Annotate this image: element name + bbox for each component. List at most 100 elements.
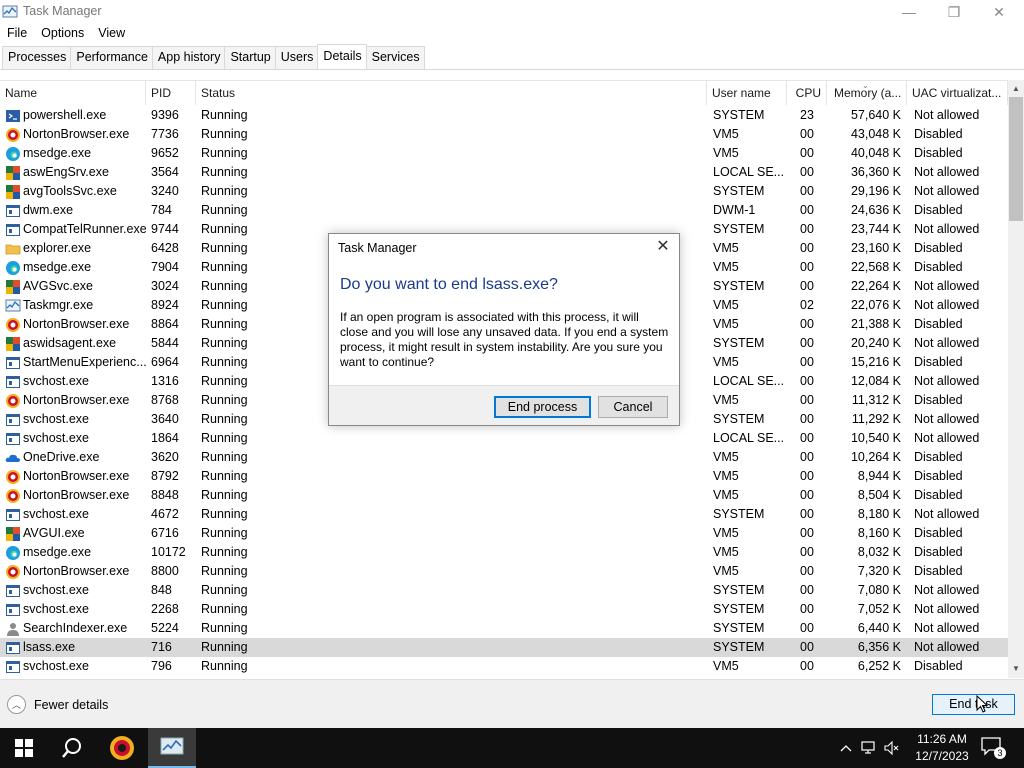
- column-header-memory[interactable]: ⌄ Memory (a...: [827, 81, 907, 105]
- taskbar-clock[interactable]: 11:26 AM 12/7/2023: [912, 731, 972, 765]
- table-row[interactable]: powershell.exe 9396 Running SYSTEM 23 57,640 …: [0, 106, 1008, 125]
- column-header-status[interactable]: Status: [196, 81, 707, 105]
- cell-cpu: 00: [800, 222, 814, 236]
- column-header-uac[interactable]: UAC virtualizat...: [907, 81, 1008, 105]
- cell-status: Running: [201, 526, 248, 540]
- cell-name: avgToolsSvc.exe: [0, 182, 146, 201]
- table-row[interactable]: svchost.exe 2268 Running SYSTEM 00 7,052 K Not…: [0, 600, 1008, 619]
- table-row[interactable]: dwm.exe 784 Running DWM-1 00 24,636 K Disabled: [0, 201, 1008, 220]
- table-row[interactable]: svchost.exe 1864 Running LOCAL SE... 00 10,54…: [0, 429, 1008, 448]
- table-row[interactable]: NortonBrowser.exe 8800 Running VM5 00 7,320 K…: [0, 562, 1008, 581]
- dialog-button-bar: End process Cancel: [329, 385, 679, 425]
- maximize-button[interactable]: ❐: [931, 0, 977, 24]
- cell-user-name: SYSTEM: [713, 222, 765, 236]
- clock-date: 12/7/2023: [915, 749, 969, 763]
- application-icon: [5, 355, 21, 371]
- table-row[interactable]: AVGUI.exe 6716 Running VM5 00 8,160 K Disabled: [0, 524, 1008, 543]
- minimize-button[interactable]: —: [886, 0, 932, 24]
- table-row[interactable]: svchost.exe 4672 Running SYSTEM 00 8,180 K Not…: [0, 505, 1008, 524]
- tab-details[interactable]: Details: [317, 44, 367, 68]
- cell-uac: Disabled: [914, 659, 963, 673]
- cell-memory: 8,180 K: [857, 507, 901, 521]
- network-icon[interactable]: [859, 738, 879, 758]
- search-button[interactable]: [48, 728, 96, 768]
- tab-processes[interactable]: Processes: [2, 46, 72, 69]
- process-name: CompatTelRunner.exe: [23, 222, 146, 236]
- close-button[interactable]: ✕: [976, 0, 1022, 24]
- dialog-heading: Do you want to end lsass.exe?: [340, 276, 558, 293]
- dialog-close-icon[interactable]: ✕: [651, 237, 675, 257]
- column-header-cpu[interactable]: CPU: [787, 81, 827, 105]
- scroll-down-arrow-icon[interactable]: ▼: [1008, 664, 1024, 676]
- cell-pid: 3640: [151, 412, 179, 426]
- process-name: NortonBrowser.exe: [23, 564, 130, 578]
- cell-cpu: 00: [800, 374, 814, 388]
- start-button[interactable]: [0, 728, 48, 768]
- chevron-up-icon[interactable]: [836, 738, 856, 758]
- cell-user-name: VM5: [713, 526, 739, 540]
- norton-browser-icon: [110, 736, 134, 760]
- tab-bar: Processes Performance App history Startu…: [2, 44, 425, 69]
- vertical-scrollbar[interactable]: ▲ ▼: [1008, 80, 1024, 678]
- table-row[interactable]: svchost.exe 796 Running VM5 00 6,252 K Disable…: [0, 657, 1008, 676]
- table-row[interactable]: aswEngSrv.exe 3564 Running LOCAL SE... 00 36,…: [0, 163, 1008, 182]
- tab-app-history[interactable]: App history: [151, 46, 226, 69]
- end-task-button[interactable]: End task: [932, 694, 1015, 715]
- table-row[interactable]: NortonBrowser.exe 8792 Running VM5 00 8,944 K…: [0, 467, 1008, 486]
- scrollbar-thumb[interactable]: [1009, 97, 1023, 221]
- cell-status: Running: [201, 659, 248, 673]
- table-row[interactable]: NortonBrowser.exe 8848 Running VM5 00 8,504 K…: [0, 486, 1008, 505]
- cell-user-name: SYSTEM: [713, 640, 765, 654]
- cancel-button[interactable]: Cancel: [598, 396, 668, 418]
- tab-users[interactable]: Users: [274, 46, 319, 69]
- scroll-up-arrow-icon[interactable]: ▲: [1008, 84, 1024, 96]
- column-header-user-name[interactable]: User name: [707, 81, 787, 105]
- taskbar-task-manager[interactable]: [148, 728, 196, 768]
- menu-options[interactable]: Options: [34, 24, 91, 42]
- table-row[interactable]: msedge.exe 10172 Running VM5 00 8,032 K Disabl…: [0, 543, 1008, 562]
- cell-pid: 1864: [151, 431, 179, 445]
- cell-user-name: DWM-1: [713, 203, 756, 217]
- cell-cpu: 00: [800, 507, 814, 521]
- table-row[interactable]: SearchIndexer.exe 5224 Running SYSTEM 00 6,44…: [0, 619, 1008, 638]
- cell-status: Running: [201, 640, 248, 654]
- volume-muted-icon[interactable]: [882, 738, 902, 758]
- tab-performance[interactable]: Performance: [70, 46, 153, 69]
- dialog-message: If an open program is associated with th…: [340, 310, 669, 369]
- column-header-name[interactable]: Name: [0, 81, 146, 105]
- cell-memory: 10,540 K: [850, 431, 901, 445]
- taskbar-norton-browser[interactable]: [98, 728, 146, 768]
- cell-pid: 4672: [151, 507, 179, 521]
- process-name: svchost.exe: [23, 602, 90, 616]
- table-row[interactable]: avgToolsSvc.exe 3240 Running SYSTEM 00 29,196…: [0, 182, 1008, 201]
- tab-startup[interactable]: Startup: [224, 46, 276, 69]
- cell-name: AVGSvc.exe: [0, 277, 146, 296]
- cell-name: svchost.exe: [0, 410, 146, 429]
- powershell-icon: [5, 108, 21, 124]
- process-name: NortonBrowser.exe: [23, 488, 130, 502]
- tab-services[interactable]: Services: [365, 46, 425, 69]
- cell-user-name: SYSTEM: [713, 279, 765, 293]
- table-row[interactable]: svchost.exe 848 Running SYSTEM 00 7,080 K Not …: [0, 581, 1008, 600]
- table-row[interactable]: NortonBrowser.exe 7736 Running VM5 00 43,048 …: [0, 125, 1008, 144]
- cell-pid: 8864: [151, 317, 179, 331]
- menu-view[interactable]: View: [91, 24, 132, 42]
- end-process-button[interactable]: End process: [494, 396, 591, 418]
- table-row[interactable]: msedge.exe 9652 Running VM5 00 40,048 K Disabl…: [0, 144, 1008, 163]
- cell-cpu: 00: [800, 279, 814, 293]
- process-name: AVGSvc.exe: [23, 279, 93, 293]
- table-row[interactable]: lsass.exe 716 Running SYSTEM 00 6,356 K Not al…: [0, 638, 1008, 657]
- menu-file[interactable]: File: [0, 24, 34, 42]
- notification-center-button[interactable]: 3: [980, 736, 1008, 760]
- column-header-pid[interactable]: PID: [146, 81, 196, 105]
- application-icon: [5, 583, 21, 599]
- cell-user-name: VM5: [713, 564, 739, 578]
- process-name: NortonBrowser.exe: [23, 317, 130, 331]
- process-name: explorer.exe: [23, 241, 92, 255]
- cell-pid: 848: [151, 583, 172, 597]
- table-row[interactable]: OneDrive.exe 3620 Running VM5 00 10,264 K Disa…: [0, 448, 1008, 467]
- avg-icon: [5, 279, 21, 295]
- cell-pid: 10172: [151, 545, 186, 559]
- fewer-details-button[interactable]: ︿ Fewer details: [7, 695, 108, 714]
- process-name: svchost.exe: [23, 507, 90, 521]
